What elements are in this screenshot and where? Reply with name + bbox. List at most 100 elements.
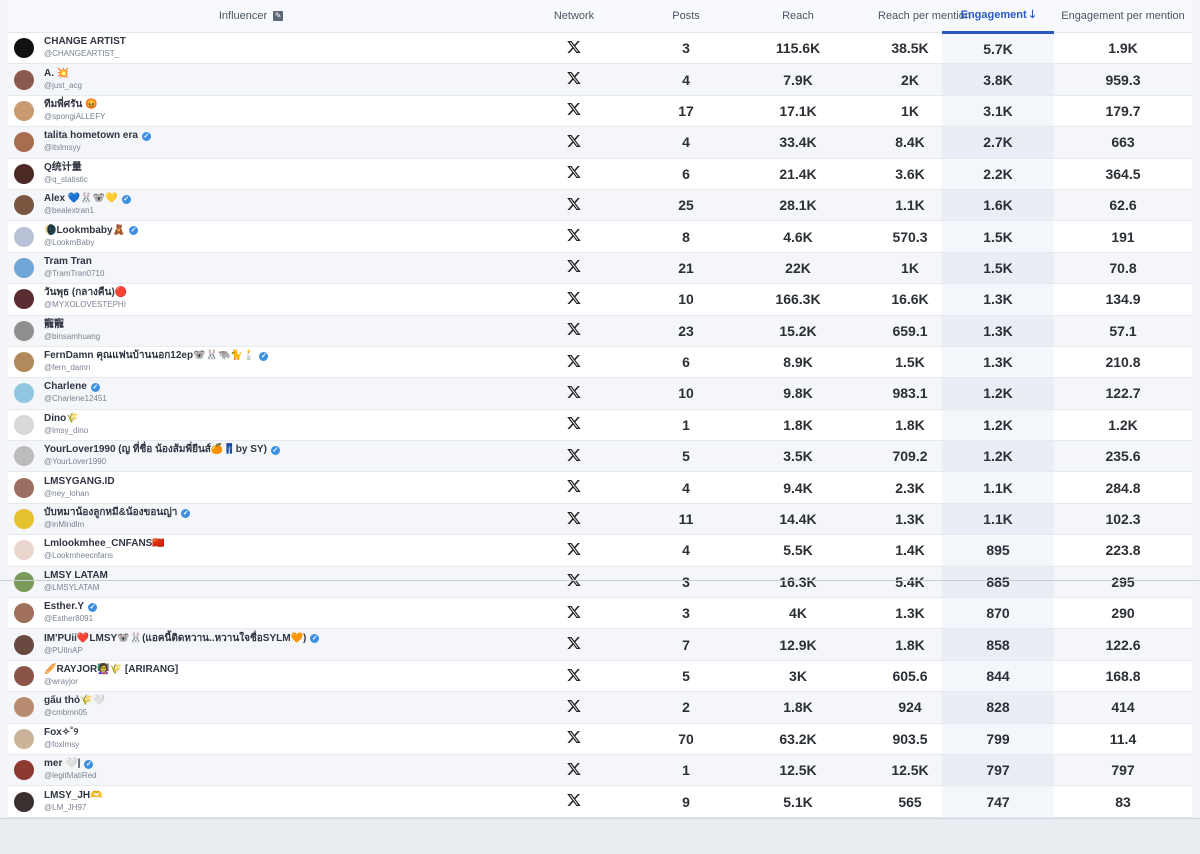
avatar[interactable] xyxy=(14,540,34,561)
avatar[interactable] xyxy=(14,352,34,373)
influencer-name[interactable]: 🌘Lookmbaby🧸 ✓ xyxy=(44,225,139,237)
table-row[interactable]: YourLover1990 (ญ ที่ชื่อ น้องส้มพี่ยีนส์… xyxy=(8,440,1192,473)
influencer-name[interactable]: IM'PUii❤️LMSY🐨🐰(แอคนี้ติดหวาน..หวานใจชื่… xyxy=(44,633,320,645)
influencer-name[interactable]: Esther.Y ✓ xyxy=(44,601,98,613)
table-row[interactable]: บับหมาน้องลูกหมี&น้องขอนญ่า ✓ @inMindlm 11 1… xyxy=(8,503,1192,536)
influencer-name[interactable]: 🥖RAYJOR👩‍🏫🌾 [ARIRANG] xyxy=(44,664,178,676)
table-row[interactable]: วันพุธ (กลางคืน)🔴 @MYXOLOVESTEPHI 10 166.3K… xyxy=(8,283,1192,316)
table-row[interactable]: Esther.Y ✓ @Esther8091 3 4K 1.3K 870 290 xyxy=(8,597,1192,630)
table-row[interactable]: Fox✧˚୨ @foxlmsy 70 63.2K 903.5 799 11.4 xyxy=(8,723,1192,755)
avatar[interactable] xyxy=(14,132,34,153)
avatar[interactable] xyxy=(14,226,34,247)
influencer-name[interactable]: gấu thỏ🌾🤍 xyxy=(44,695,105,707)
avatar[interactable] xyxy=(14,38,34,59)
influencer-name[interactable]: talita hometown era ✓ xyxy=(44,130,151,142)
table-row[interactable]: FernDamn คุณแฟนบ้านนอก12ep🐨🐰🐃🐈🕯️ ✓ @fern_d… xyxy=(8,346,1192,379)
influencer-name[interactable]: FernDamn คุณแฟนบ้านนอก12ep🐨🐰🐃🐈🕯️ ✓ xyxy=(44,350,269,362)
table-row[interactable]: Lmlookmhee_CNFANS🇨🇳 @Lookmheecnfans 4 5.5K 1… xyxy=(8,534,1192,567)
influencer-cell[interactable]: 🌘Lookmbaby🧸 ✓ @LookmBaby xyxy=(8,220,494,253)
influencer-name[interactable]: บับหมาน้องลูกหมี&น้องขอนญ่า ✓ xyxy=(44,507,191,519)
influencer-cell[interactable]: บับหมาน้องลูกหมี&น้องขอนญ่า ✓ @inMindlm xyxy=(8,503,494,536)
avatar[interactable] xyxy=(14,257,34,278)
influencer-name[interactable]: Fox✧˚୨ xyxy=(44,727,79,739)
table-row[interactable]: mer 🤍| ✓ @legitMatiRed 1 12.5K 12.5K 797 797 xyxy=(8,754,1192,787)
influencer-cell[interactable]: Esther.Y ✓ @Esther8091 xyxy=(8,597,494,630)
influencer-cell[interactable]: FernDamn คุณแฟนบ้านนอก12ep🐨🐰🐃🐈🕯️ ✓ @fern_d… xyxy=(8,346,494,379)
column-header-network[interactable]: Network xyxy=(494,0,654,33)
table-row[interactable]: Tram Tran @TramTran0710 21 22K 1K 1.5K 70.8 xyxy=(8,252,1192,285)
influencer-cell[interactable]: วันพุธ (กลางคืน)🔴 @MYXOLOVESTEPHI xyxy=(8,283,494,316)
avatar[interactable] xyxy=(14,603,34,624)
avatar[interactable] xyxy=(14,383,34,404)
influencer-name[interactable]: 寵寵 xyxy=(44,319,100,331)
table-row[interactable]: CHANGE ARTIST @CHANGEARTIST_ 3 115.6K 38.5K 5… xyxy=(8,32,1192,65)
avatar[interactable] xyxy=(14,446,34,467)
edit-icon[interactable]: ✎ xyxy=(273,11,284,22)
avatar[interactable] xyxy=(14,697,34,718)
avatar[interactable] xyxy=(14,666,34,686)
influencer-cell[interactable]: Dino🌾 @lmsy_dino xyxy=(8,409,494,442)
avatar[interactable] xyxy=(14,163,34,184)
avatar[interactable] xyxy=(14,760,34,781)
influencer-cell[interactable]: CHANGE ARTIST @CHANGEARTIST_ xyxy=(8,32,494,65)
table-row[interactable]: A. 💥 @just_acg 4 7.9K 2K 3.8K 959.3 xyxy=(8,63,1192,96)
avatar[interactable] xyxy=(14,100,34,121)
table-row[interactable]: 寵寵 @binsamhuang 23 15.2K 659.1 1.3K 57.1 xyxy=(8,315,1192,347)
table-row[interactable]: LMSYGANG.ID @ney_lohan 4 9.4K 2.3K 1.1K 284.8 xyxy=(8,471,1192,504)
influencer-cell[interactable]: A. 💥 @just_acg xyxy=(8,63,494,96)
avatar[interactable] xyxy=(14,195,34,216)
influencer-name[interactable]: ทีมพี่ศรัน 😡 xyxy=(44,99,106,111)
influencer-cell[interactable]: IM'PUii❤️LMSY🐨🐰(แอคนี้ติดหวาน..หวานใจชื่… xyxy=(8,628,494,661)
influencer-cell[interactable]: Charlene ✓ @Charlene12451 xyxy=(8,377,494,410)
influencer-name[interactable]: Lmlookmhee_CNFANS🇨🇳 xyxy=(44,538,165,550)
influencer-cell[interactable]: YourLover1990 (ญ ที่ชื่อ น้องส้มพี่ยีนส์… xyxy=(8,440,494,473)
influencer-name[interactable]: LMSY_JH🫶 xyxy=(44,790,103,802)
influencer-name[interactable]: Tram Tran xyxy=(44,256,104,268)
table-row[interactable]: LMSY_JH🫶 @LM_JH97 9 5.1K 565 747 83 xyxy=(8,785,1192,818)
influencer-cell[interactable]: Fox✧˚୨ @foxlmsy xyxy=(8,723,494,755)
influencer-cell[interactable]: 🥖RAYJOR👩‍🏫🌾 [ARIRANG] @wrayjor xyxy=(8,660,494,693)
influencer-name[interactable]: Q统计量 xyxy=(44,162,88,174)
avatar[interactable] xyxy=(14,791,34,812)
table-row[interactable]: Dino🌾 @lmsy_dino 1 1.8K 1.8K 1.2K 1.2K xyxy=(8,409,1192,442)
table-row[interactable]: ทีมพี่ศรัน 😡 @spongiALLEFY 17 17.1K 1K 3.1K 17… xyxy=(8,95,1192,128)
influencer-name[interactable]: Charlene ✓ xyxy=(44,381,107,393)
table-row[interactable]: talita hometown era ✓ @itslmsyy 4 33.4K 8.4K 2… xyxy=(8,126,1192,159)
table-row[interactable]: IM'PUii❤️LMSY🐨🐰(แอคนี้ติดหวาน..หวานใจชื่… xyxy=(8,628,1192,661)
influencer-cell[interactable]: LMSY_JH🫶 @LM_JH97 xyxy=(8,785,494,818)
avatar[interactable] xyxy=(14,571,34,592)
table-row[interactable]: Q统计量 @q_statistic 6 21.4K 3.6K 2.2K 364.5 xyxy=(8,158,1192,190)
avatar[interactable] xyxy=(14,728,34,749)
influencer-cell[interactable]: LMSYGANG.ID @ney_lohan xyxy=(8,471,494,504)
table-row[interactable]: LMSY LATAM @LMSYLATAM 3 16.3K 5.4K 885 295 xyxy=(8,566,1192,599)
influencer-name[interactable]: mer 🤍| ✓ xyxy=(44,758,97,770)
influencer-name[interactable]: CHANGE ARTIST xyxy=(44,36,126,48)
avatar[interactable] xyxy=(14,634,34,655)
influencer-name[interactable]: LMSYGANG.ID xyxy=(44,476,115,488)
influencer-cell[interactable]: ทีมพี่ศรัน 😡 @spongiALLEFY xyxy=(8,95,494,128)
influencer-cell[interactable]: talita hometown era ✓ @itslmsyy xyxy=(8,126,494,159)
table-row[interactable]: 🥖RAYJOR👩‍🏫🌾 [ARIRANG] @wrayjor 5 3K 605.6 844… xyxy=(8,660,1192,693)
influencer-name[interactable]: Dino🌾 xyxy=(44,413,88,425)
table-row[interactable]: gấu thỏ🌾🤍 @cmbmn05 2 1.8K 924 828 414 xyxy=(8,691,1192,724)
avatar[interactable] xyxy=(14,414,34,435)
influencer-cell[interactable]: 寵寵 @binsamhuang xyxy=(8,315,494,347)
influencer-cell[interactable]: Lmlookmhee_CNFANS🇨🇳 @Lookmheecnfans xyxy=(8,534,494,567)
column-header-reach[interactable]: Reach xyxy=(718,0,878,33)
influencer-cell[interactable]: Tram Tran @TramTran0710 xyxy=(8,252,494,285)
influencer-name[interactable]: YourLover1990 (ญ ที่ชื่อ น้องส้มพี่ยีนส์… xyxy=(44,444,280,456)
column-header-engagement-per-mention[interactable]: Engagement per mention xyxy=(1054,0,1192,33)
column-header-influencer[interactable]: Influencer ✎ xyxy=(8,0,494,33)
influencer-cell[interactable]: LMSY LATAM @LMSYLATAM xyxy=(8,566,494,599)
avatar[interactable] xyxy=(14,320,34,341)
table-row[interactable]: Alex 💙🐰🐨💛 ✓ @bealextran1 25 28.1K 1.1K 1.6K 62.… xyxy=(8,189,1192,222)
influencer-name[interactable]: วันพุธ (กลางคืน)🔴 xyxy=(44,287,127,299)
column-header-posts[interactable]: Posts xyxy=(654,0,718,33)
influencer-cell[interactable]: Q统计量 @q_statistic xyxy=(8,158,494,190)
avatar[interactable] xyxy=(14,509,34,530)
table-row[interactable]: Charlene ✓ @Charlene12451 10 9.8K 983.1 1.2K 12… xyxy=(8,377,1192,410)
avatar[interactable] xyxy=(14,289,34,310)
influencer-cell[interactable]: mer 🤍| ✓ @legitMatiRed xyxy=(8,754,494,787)
avatar[interactable] xyxy=(14,69,34,90)
avatar[interactable] xyxy=(14,477,34,498)
